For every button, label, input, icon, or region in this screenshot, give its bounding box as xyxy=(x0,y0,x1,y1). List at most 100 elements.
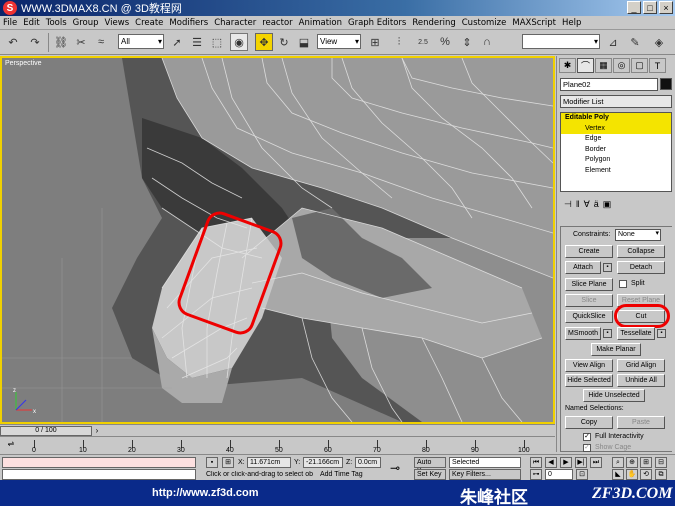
modify-tab-icon[interactable]: ⌒ xyxy=(577,58,594,73)
configure-modifier-sets-icon[interactable]: ▣ xyxy=(603,199,612,210)
display-tab-icon[interactable]: ▢ xyxy=(631,58,648,73)
align-icon[interactable]: ✎ xyxy=(626,33,644,51)
add-time-tag[interactable]: Add Time Tag xyxy=(320,471,363,478)
use-pivot-center-icon[interactable]: ⊞ xyxy=(366,33,384,51)
key-filters-button[interactable]: Key Filters... xyxy=(449,469,521,480)
mini-curve-editor-icon[interactable]: ⇌ xyxy=(6,439,16,449)
stack-item-edge[interactable]: Edge xyxy=(561,134,671,145)
object-name-field[interactable]: Plane02 xyxy=(560,78,658,91)
select-by-name-icon[interactable]: ☰ xyxy=(188,33,206,51)
menu-group[interactable]: Group xyxy=(70,18,102,28)
magnet-icon[interactable]: ∩ xyxy=(478,33,496,51)
window-crossing-icon[interactable]: ◉ xyxy=(230,33,248,51)
set-key-button[interactable]: Set Key xyxy=(414,469,446,480)
percent-snap-icon[interactable]: % xyxy=(436,33,454,51)
selection-filter-dropdown[interactable]: All xyxy=(118,34,164,49)
x-coordinate-field[interactable]: 11.671cm xyxy=(247,457,291,468)
y-coordinate-field[interactable]: -21.166cm xyxy=(303,457,343,468)
select-rotate-icon[interactable]: ↻ xyxy=(275,33,293,51)
slice-plane-button[interactable]: Slice Plane xyxy=(565,278,613,291)
split-checkbox[interactable] xyxy=(619,280,627,288)
stack-item-element[interactable]: Element xyxy=(561,166,671,177)
play-icon[interactable]: ▶ xyxy=(560,457,572,468)
select-scale-icon[interactable]: ⬓ xyxy=(295,33,313,51)
viewport-label[interactable]: Perspective xyxy=(5,60,42,67)
bind-space-warp-icon[interactable]: ≈ xyxy=(92,33,110,51)
redo-icon[interactable]: ↷ xyxy=(26,33,44,51)
maxscript-output-field[interactable] xyxy=(2,469,196,480)
mirror-icon[interactable]: ⫶ xyxy=(390,33,408,51)
menu-character[interactable]: Character xyxy=(211,18,259,28)
field-of-view-icon[interactable]: ◣ xyxy=(612,469,624,480)
menu-create[interactable]: Create xyxy=(132,18,166,28)
menu-edit[interactable]: Edit xyxy=(20,18,42,28)
quickslice-button[interactable]: QuickSlice xyxy=(565,310,613,323)
make-planar-button[interactable]: Make Planar xyxy=(591,343,641,356)
hide-unselected-button[interactable]: Hide Unselected xyxy=(583,389,645,402)
time-slider-thumb[interactable]: 0 / 100 xyxy=(0,426,92,436)
utilities-tab-icon[interactable]: T xyxy=(649,58,666,73)
undo-icon[interactable]: ↶ xyxy=(4,33,22,51)
time-slider[interactable]: 0 / 100 › xyxy=(0,424,555,436)
next-frame-icon[interactable]: ▶| xyxy=(575,457,587,468)
stack-item-editable-poly[interactable]: Editable Poly xyxy=(561,113,671,124)
stack-item-vertex[interactable]: Vertex xyxy=(561,123,671,134)
track-bar[interactable]: ⇌ 0 10 20 30 40 50 60 70 80 90 100 xyxy=(0,436,555,454)
zoom-all-icon[interactable]: ⊕ xyxy=(626,457,638,468)
grid-align-button[interactable]: Grid Align xyxy=(617,359,665,372)
close-icon[interactable]: × xyxy=(659,1,673,14)
previous-frame-icon[interactable]: ◀ xyxy=(545,457,557,468)
key-mode-dropdown[interactable]: Selected xyxy=(449,457,521,468)
hide-selected-button[interactable]: Hide Selected xyxy=(565,374,613,387)
msmooth-button[interactable]: MSmooth xyxy=(565,327,601,340)
menu-modifiers[interactable]: Modifiers xyxy=(166,18,211,28)
object-color-swatch[interactable] xyxy=(660,78,672,90)
next-frame-arrow-icon[interactable]: › xyxy=(92,426,102,436)
angle-snap-icon[interactable]: 2.5 xyxy=(414,33,432,51)
constraints-dropdown[interactable]: None xyxy=(615,229,661,241)
time-configuration-icon[interactable]: ⊡ xyxy=(576,469,588,480)
zoom-extents-icon[interactable]: ⊞ xyxy=(640,457,652,468)
show-cage-checkbox[interactable]: ✓ xyxy=(583,444,591,452)
maxscript-listener-field[interactable] xyxy=(2,457,196,468)
unhide-all-button[interactable]: Unhide All xyxy=(617,374,665,387)
copy-button[interactable]: Copy xyxy=(565,416,613,429)
menu-help[interactable]: Help xyxy=(559,18,584,28)
full-interactivity-checkbox[interactable]: ✓ xyxy=(583,433,591,441)
pin-stack-icon[interactable]: ⊣ xyxy=(564,199,572,210)
slice-button[interactable]: Slice xyxy=(565,294,613,307)
msmooth-settings-icon[interactable]: ▪ xyxy=(603,329,612,338)
zoom-icon[interactable]: ⌕ xyxy=(612,457,624,468)
reference-coordinate-dropdown[interactable]: View xyxy=(317,34,361,49)
view-align-button[interactable]: View Align xyxy=(565,359,613,372)
select-object-icon[interactable]: ➚ xyxy=(168,33,186,51)
menu-rendering[interactable]: Rendering xyxy=(409,18,458,28)
go-to-start-icon[interactable]: ⏮ xyxy=(530,457,542,468)
motion-tab-icon[interactable]: ◎ xyxy=(613,58,630,73)
modifier-list-dropdown[interactable]: Modifier List xyxy=(560,95,672,108)
tessellate-button[interactable]: Tessellate xyxy=(617,327,655,340)
auto-key-button[interactable]: Auto Key xyxy=(414,457,446,475)
detach-button[interactable]: Detach xyxy=(617,261,665,274)
menu-views[interactable]: Views xyxy=(102,18,133,28)
menu-file[interactable]: File xyxy=(0,18,20,28)
create-button[interactable]: Create xyxy=(565,245,613,258)
go-to-end-icon[interactable]: ⏭ xyxy=(590,457,602,468)
maximize-icon[interactable]: □ xyxy=(643,1,657,14)
material-editor-icon[interactable]: ◈ xyxy=(650,33,668,51)
attach-settings-icon[interactable]: ▪ xyxy=(603,263,612,272)
collapse-button[interactable]: Collapse xyxy=(617,245,665,258)
remove-modifier-icon[interactable]: ä xyxy=(594,199,599,209)
current-frame-field[interactable]: 0 xyxy=(545,469,573,480)
select-move-icon[interactable]: ✥ xyxy=(255,33,273,51)
hierarchy-tab-icon[interactable]: ▦ xyxy=(595,58,612,73)
stack-item-polygon[interactable]: Polygon xyxy=(561,155,671,166)
selection-lock-icon[interactable]: ▪ xyxy=(206,457,218,468)
z-coordinate-field[interactable]: 0.0cm xyxy=(355,457,381,468)
menu-customize[interactable]: Customize xyxy=(459,18,510,28)
stack-item-border[interactable]: Border xyxy=(561,145,671,156)
menu-animation[interactable]: Animation xyxy=(296,18,345,28)
menu-graph-editors[interactable]: Graph Editors xyxy=(345,18,409,28)
select-link-icon[interactable]: ⛓ xyxy=(52,33,70,51)
menu-maxscript[interactable]: MAXScript xyxy=(509,18,559,28)
